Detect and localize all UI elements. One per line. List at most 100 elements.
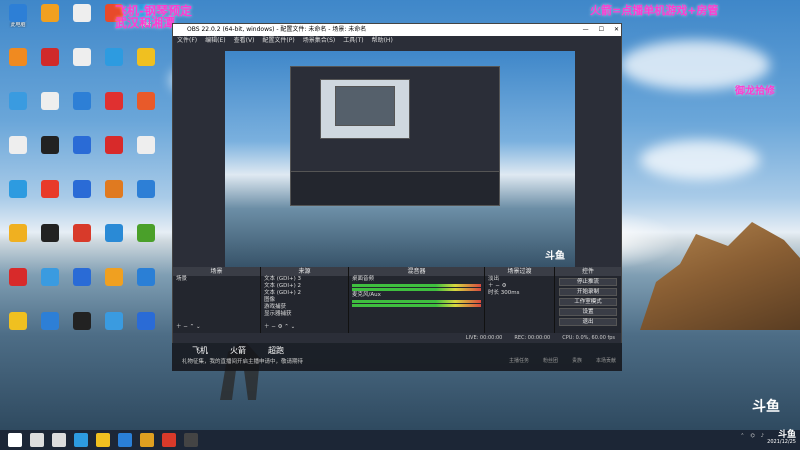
explorer-icon[interactable] xyxy=(96,433,110,447)
control-button[interactable]: 工作室模式 xyxy=(559,298,617,306)
taskbar-clock[interactable]: 斗鱼 2021/12/25 xyxy=(767,431,796,446)
desktop-icon[interactable] xyxy=(66,268,98,286)
scene-item[interactable]: 场景 xyxy=(173,276,260,283)
sources-dock-title: 来源 xyxy=(261,267,348,276)
desktop-icon[interactable] xyxy=(34,268,66,286)
desktop-icon[interactable] xyxy=(130,180,162,198)
obs-window[interactable]: OBS 22.0.2 (64-bit, windows) - 配置文件: 未命名… xyxy=(172,23,622,343)
edge-icon[interactable] xyxy=(74,433,88,447)
obs-preview[interactable]: 斗鱼 xyxy=(225,51,575,276)
desktop-icon[interactable] xyxy=(66,4,98,22)
desktop-icon[interactable] xyxy=(2,136,34,154)
desktop-icon[interactable] xyxy=(2,268,34,286)
network-icon[interactable]: ⌬ xyxy=(750,433,754,439)
scenes-dock-controls[interactable]: ＋ − ⌃ ⌄ xyxy=(173,324,201,331)
desktop-icon[interactable] xyxy=(98,48,130,66)
controls-dock-title: 控件 xyxy=(555,267,621,276)
chrome-icon[interactable] xyxy=(140,433,154,447)
desktop-icon[interactable] xyxy=(130,224,162,242)
maximize-icon[interactable]: ☐ xyxy=(599,24,604,36)
source-item[interactable]: 显示器捕获 xyxy=(261,311,348,318)
desktop-icon[interactable] xyxy=(66,180,98,198)
desktop-icon[interactable] xyxy=(34,224,66,242)
desktop-icon[interactable] xyxy=(98,268,130,286)
obs-menu-item[interactable]: 工具(T) xyxy=(343,36,363,46)
desktop-icon[interactable] xyxy=(34,180,66,198)
desktop-icon[interactable] xyxy=(66,92,98,110)
taskbar: ⌃ ⌬ ♪ 斗鱼 2021/12/25 xyxy=(0,430,800,450)
system-tray[interactable]: ⌃ ⌬ ♪ xyxy=(740,433,764,439)
obs-menu-item[interactable]: 帮助(H) xyxy=(372,36,393,46)
desktop-icon[interactable] xyxy=(34,312,66,330)
task-view-icon[interactable] xyxy=(52,433,66,447)
tray-arrow-icon[interactable]: ⌃ xyxy=(740,433,744,439)
notify-link[interactable]: 贵族 xyxy=(572,357,582,364)
desktop-icon[interactable] xyxy=(130,92,162,110)
desktop-icon[interactable] xyxy=(2,224,34,242)
desktop-icon[interactable] xyxy=(34,92,66,110)
desktop-icon[interactable] xyxy=(98,136,130,154)
mixer-meter xyxy=(352,288,481,291)
desktop-icon[interactable] xyxy=(98,92,130,110)
transition-controls[interactable]: ＋ − ⚙ xyxy=(485,283,554,290)
desktop-icon[interactable] xyxy=(98,224,130,242)
obs-menu-item[interactable]: 查看(V) xyxy=(234,36,255,46)
taskbar-date: 2021/12/25 xyxy=(767,439,796,445)
app-icon xyxy=(73,312,91,330)
obs-title-bar[interactable]: OBS 22.0.2 (64-bit, windows) - 配置文件: 未命名… xyxy=(173,24,621,36)
desktop-icon[interactable] xyxy=(130,48,162,66)
source-item[interactable]: 游戏捕获 xyxy=(261,304,348,311)
desktop-icon[interactable] xyxy=(130,268,162,286)
desktop-icon[interactable] xyxy=(34,4,66,22)
source-item[interactable]: 文本 (GDI+) 3 xyxy=(261,276,348,283)
sources-dock-controls[interactable]: ＋ − ⚙ ⌃ ⌄ xyxy=(261,324,295,331)
desktop-icon[interactable] xyxy=(66,224,98,242)
scenes-dock-title: 场景 xyxy=(173,267,260,276)
minimize-icon[interactable]: — xyxy=(583,24,589,36)
obs-menu-item[interactable]: 场景集合(S) xyxy=(303,36,336,46)
app-icon xyxy=(105,268,123,286)
desktop-icon[interactable] xyxy=(66,312,98,330)
transition-duration[interactable]: 时长 300ms xyxy=(485,290,554,297)
gift-tab[interactable]: 超跑 xyxy=(268,345,284,356)
close-icon[interactable]: ✕ xyxy=(614,24,619,36)
desktop-icon[interactable] xyxy=(98,312,130,330)
notify-link[interactable]: 粉丝团 xyxy=(543,357,558,364)
gift-tab[interactable]: 飞机 xyxy=(192,345,208,356)
notify-link[interactable]: 本场贡献 xyxy=(596,357,616,364)
app-icon xyxy=(41,268,59,286)
obs-menu-item[interactable]: 配置文件(P) xyxy=(262,36,294,46)
desktop-icon[interactable] xyxy=(2,312,34,330)
desktop-icon[interactable] xyxy=(2,180,34,198)
transition-select[interactable]: 淡出 xyxy=(485,276,554,283)
desktop-icon[interactable] xyxy=(66,48,98,66)
desktop-icon[interactable] xyxy=(2,92,34,110)
notify-link[interactable]: 主播任务 xyxy=(509,357,529,364)
desktop-icon[interactable] xyxy=(66,136,98,154)
desktop-icon[interactable] xyxy=(130,312,162,330)
obs-menu-item[interactable]: 编辑(E) xyxy=(205,36,225,46)
source-item[interactable]: 图像 xyxy=(261,297,348,304)
desktop-icon[interactable]: 此电脑 xyxy=(2,4,34,28)
obs-icon[interactable] xyxy=(184,433,198,447)
source-item[interactable]: 文本 (GDI+) 2 xyxy=(261,283,348,290)
control-button[interactable]: 开始录制 xyxy=(559,288,617,296)
desktop-icon[interactable] xyxy=(34,136,66,154)
control-button[interactable]: 设置 xyxy=(559,308,617,316)
wps-icon[interactable] xyxy=(162,433,176,447)
douyu-watermark: 斗鱼 xyxy=(752,399,780,415)
gift-tab[interactable]: 火箭 xyxy=(230,345,246,356)
source-item[interactable]: 文本 (GDI+) 2 xyxy=(261,290,348,297)
desktop-icon[interactable] xyxy=(130,136,162,154)
desktop-icon[interactable] xyxy=(2,48,34,66)
desktop-icon[interactable] xyxy=(98,180,130,198)
search-icon[interactable] xyxy=(30,433,44,447)
control-button[interactable]: 退出 xyxy=(559,318,617,326)
notification-strip: 飞机 火箭 超跑 礼物征集，我的直播间开启主播申请中，敬请期待 主播任务 粉丝团 贵族 本… xyxy=(172,343,622,371)
desktop-icon[interactable] xyxy=(34,48,66,66)
volume-icon[interactable]: ♪ xyxy=(761,433,764,439)
shield-icon[interactable] xyxy=(118,433,132,447)
control-button[interactable]: 停止推流 xyxy=(559,278,617,286)
obs-menu-item[interactable]: 文件(F) xyxy=(177,36,197,46)
windows-start-icon[interactable] xyxy=(8,433,22,447)
